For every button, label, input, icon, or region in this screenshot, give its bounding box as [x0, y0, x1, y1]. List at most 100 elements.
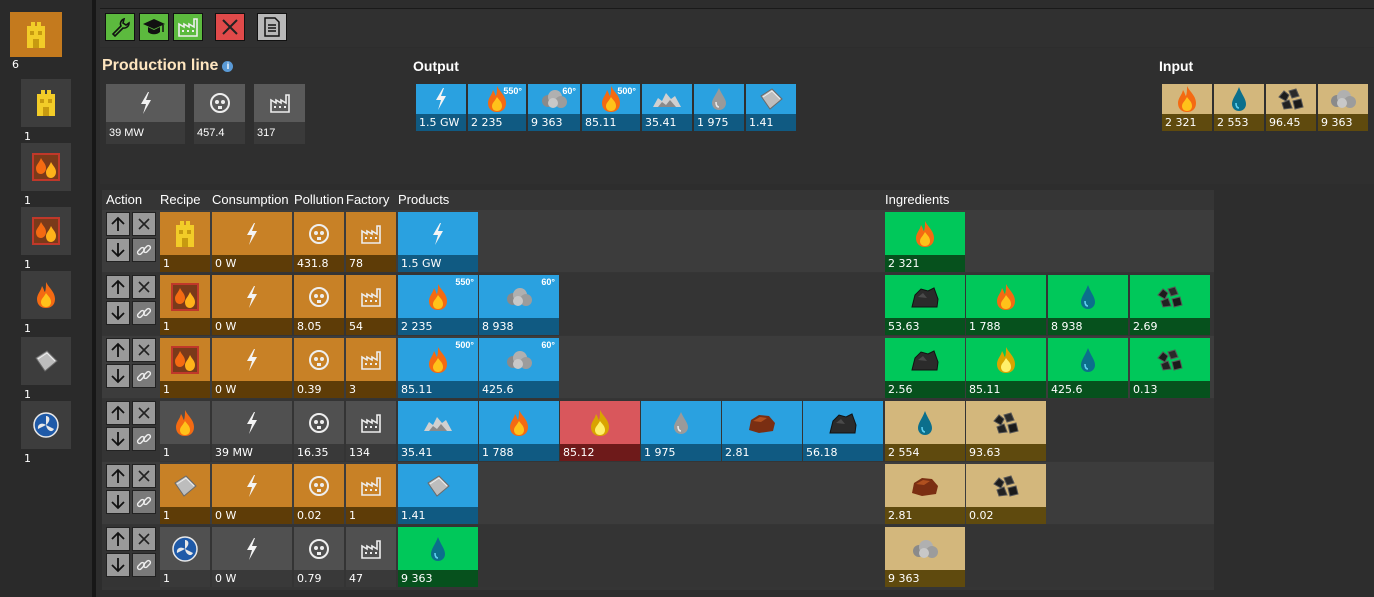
product-item[interactable]: 60° 425.6: [479, 338, 559, 398]
ingredient-item[interactable]: 85.11: [966, 338, 1046, 398]
move-up-button[interactable]: [106, 527, 130, 551]
sidebar-item-1[interactable]: [10, 12, 62, 57]
remove-row-button[interactable]: [132, 527, 156, 551]
move-down-button[interactable]: [106, 490, 130, 514]
ingredient-item[interactable]: 425.6: [1048, 338, 1128, 398]
output-item[interactable]: 35.41: [642, 84, 692, 131]
input-item[interactable]: 9 363: [1318, 84, 1368, 131]
product-item[interactable]: 1 975: [641, 401, 721, 461]
product-item[interactable]: 35.41: [398, 401, 478, 461]
product-item[interactable]: 500° 85.11: [398, 338, 478, 398]
recipe-cell[interactable]: 1: [160, 464, 210, 524]
info-icon[interactable]: i: [222, 61, 234, 72]
move-up-button[interactable]: [106, 464, 130, 488]
ingredient-item[interactable]: 2.56: [885, 338, 965, 398]
move-down-button[interactable]: [106, 301, 130, 325]
consumption-cell[interactable]: 0 W: [212, 212, 292, 272]
factory-cell[interactable]: 1: [346, 464, 396, 524]
consumption-cell[interactable]: 39 MW: [212, 401, 292, 461]
ingredient-item[interactable]: 53.63: [885, 275, 965, 335]
factory-cell[interactable]: 47: [346, 527, 396, 587]
factory-cell[interactable]: 78: [346, 212, 396, 272]
consumption-cell[interactable]: 0 W: [212, 275, 292, 335]
pollution-cell[interactable]: 431.8: [294, 212, 344, 272]
factory-cell[interactable]: 3: [346, 338, 396, 398]
factory-button[interactable]: [173, 13, 203, 41]
remove-row-button[interactable]: [132, 212, 156, 236]
remove-row-button[interactable]: [132, 338, 156, 362]
input-item[interactable]: 2 553: [1214, 84, 1264, 131]
graduation-cap-button[interactable]: [139, 13, 169, 41]
ingredient-item[interactable]: 2 321: [885, 212, 965, 272]
ingredient-item[interactable]: 2 554: [885, 401, 965, 461]
pollution-cell[interactable]: 0.79: [294, 527, 344, 587]
ingredient-item[interactable]: 8 938: [1048, 275, 1128, 335]
link-button[interactable]: [132, 553, 156, 577]
product-item[interactable]: 9 363: [398, 527, 478, 587]
wrench-button[interactable]: [105, 13, 135, 41]
sidebar-item-2[interactable]: [21, 79, 71, 127]
ingredient-item[interactable]: 0.02: [966, 464, 1046, 524]
sidebar-item-4[interactable]: [21, 207, 71, 255]
ingredient-item[interactable]: 0.13: [1130, 338, 1210, 398]
close-button[interactable]: [215, 13, 245, 41]
output-item[interactable]: 500° 85.11: [582, 84, 640, 131]
product-item[interactable]: 550° 2 235: [398, 275, 478, 335]
pollution-cell[interactable]: 8.05: [294, 275, 344, 335]
recipe-cell[interactable]: 1: [160, 401, 210, 461]
link-button[interactable]: [132, 490, 156, 514]
sidebar-item-5[interactable]: [21, 271, 71, 319]
ingredient-item[interactable]: 9 363: [885, 527, 965, 587]
ingredient-item[interactable]: 2.81: [885, 464, 965, 524]
document-button[interactable]: [257, 13, 287, 41]
output-item[interactable]: 1.41: [746, 84, 796, 131]
input-item[interactable]: 2 321: [1162, 84, 1212, 131]
product-item[interactable]: 56.18: [803, 401, 883, 461]
link-button[interactable]: [132, 427, 156, 451]
move-down-button[interactable]: [106, 427, 130, 451]
wrench-icon: [110, 17, 130, 37]
ingredient-item[interactable]: 2.69: [1130, 275, 1210, 335]
sidebar-item-3[interactable]: [21, 143, 71, 191]
consumption-cell[interactable]: 0 W: [212, 527, 292, 587]
pollution-cell[interactable]: 16.35: [294, 401, 344, 461]
factory-cell[interactable]: 54: [346, 275, 396, 335]
move-down-button[interactable]: [106, 553, 130, 577]
move-down-button[interactable]: [106, 238, 130, 262]
product-item[interactable]: 85.12: [560, 401, 640, 461]
link-button[interactable]: [132, 238, 156, 262]
output-item[interactable]: 1 975: [694, 84, 744, 131]
remove-row-button[interactable]: [132, 464, 156, 488]
product-item[interactable]: 2.81: [722, 401, 802, 461]
consumption-cell[interactable]: 0 W: [212, 338, 292, 398]
product-item[interactable]: 1.5 GW: [398, 212, 478, 272]
consumption-cell[interactable]: 0 W: [212, 464, 292, 524]
recipe-cell[interactable]: 1: [160, 338, 210, 398]
remove-row-button[interactable]: [132, 275, 156, 299]
move-up-button[interactable]: [106, 275, 130, 299]
product-item[interactable]: 1 788: [479, 401, 559, 461]
recipe-cell[interactable]: 1: [160, 275, 210, 335]
link-button[interactable]: [132, 301, 156, 325]
pollution-cell[interactable]: 0.39: [294, 338, 344, 398]
move-up-button[interactable]: [106, 212, 130, 236]
ingredient-item[interactable]: 93.63: [966, 401, 1046, 461]
product-item[interactable]: 1.41: [398, 464, 478, 524]
ingredient-item[interactable]: 1 788: [966, 275, 1046, 335]
output-item[interactable]: 60° 9 363: [528, 84, 580, 131]
output-item[interactable]: 1.5 GW: [416, 84, 466, 131]
recipe-cell[interactable]: 1: [160, 212, 210, 272]
input-item[interactable]: 96.45: [1266, 84, 1316, 131]
link-button[interactable]: [132, 364, 156, 388]
move-down-button[interactable]: [106, 364, 130, 388]
sidebar-item-6[interactable]: [21, 337, 71, 385]
move-up-button[interactable]: [106, 401, 130, 425]
recipe-cell[interactable]: 1: [160, 527, 210, 587]
product-item[interactable]: 60° 8 938: [479, 275, 559, 335]
pollution-cell[interactable]: 0.02: [294, 464, 344, 524]
factory-cell[interactable]: 134: [346, 401, 396, 461]
sidebar-item-7[interactable]: [21, 401, 71, 449]
move-up-button[interactable]: [106, 338, 130, 362]
remove-row-button[interactable]: [132, 401, 156, 425]
output-item[interactable]: 550° 2 235: [468, 84, 526, 131]
